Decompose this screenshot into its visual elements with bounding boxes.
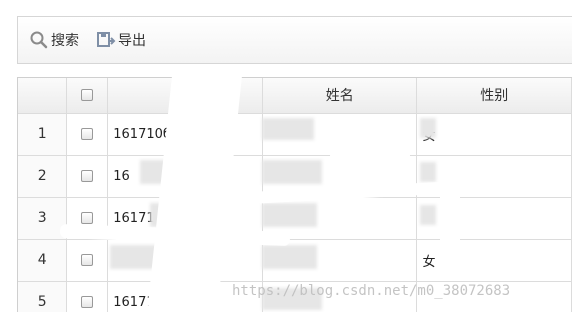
row-checkbox-cell xyxy=(66,155,109,198)
row-checkbox[interactable] xyxy=(81,170,94,182)
export-button[interactable]: 导出 xyxy=(96,30,146,50)
redaction-blur xyxy=(262,118,314,140)
select-all-cell xyxy=(66,78,109,114)
redaction-blur xyxy=(420,162,436,182)
row-number: 4 xyxy=(18,239,68,282)
select-all-checkbox[interactable] xyxy=(81,89,94,102)
row-checkbox-cell xyxy=(66,113,109,156)
redaction-blur xyxy=(420,205,436,225)
row-number: 2 xyxy=(18,155,68,198)
redaction-streak xyxy=(440,170,460,270)
column-header-name[interactable]: 姓名 xyxy=(262,78,418,114)
redaction-blur xyxy=(420,118,436,138)
row-checkbox[interactable] xyxy=(81,212,94,224)
row-number: 5 xyxy=(18,281,68,312)
export-label: 导出 xyxy=(118,33,146,49)
redaction-blur xyxy=(262,160,322,184)
row-checkbox-cell xyxy=(66,239,109,282)
cell-gender: 女 xyxy=(416,113,572,156)
redaction-blur xyxy=(262,245,317,269)
export-icon xyxy=(96,30,116,50)
toolbar: 搜索 导出 xyxy=(17,16,572,64)
search-icon xyxy=(29,30,49,50)
search-label: 搜索 xyxy=(51,33,79,49)
row-checkbox[interactable] xyxy=(81,296,94,308)
redaction-streak xyxy=(330,150,410,162)
row-checkbox[interactable] xyxy=(81,254,94,266)
row-checkbox-cell xyxy=(66,281,109,312)
row-checkbox[interactable] xyxy=(81,128,94,140)
header-row: 学号 姓名 性别 xyxy=(18,78,572,114)
row-number: 1 xyxy=(18,113,68,156)
column-header-gender[interactable]: 性别 xyxy=(416,78,572,114)
redaction-blur xyxy=(262,203,317,227)
watermark: https://blog.csdn.net/m0_38072683 xyxy=(232,283,511,299)
rownum-header xyxy=(18,78,68,114)
search-button[interactable]: 搜索 xyxy=(29,30,79,50)
